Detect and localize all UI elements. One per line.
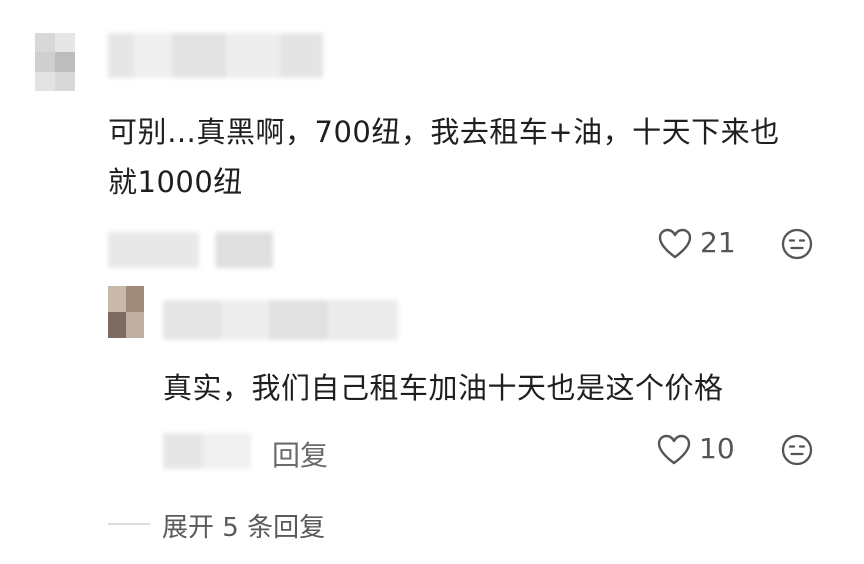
heart-icon[interactable] <box>658 228 692 260</box>
expand-replies-button[interactable]: 展开 5 条回复 <box>162 507 325 544</box>
comment-line-1: 可别…真黑啊，700纽，我去租车+油，十天下来也 <box>108 115 780 149</box>
reply-avatar[interactable] <box>108 286 144 338</box>
comment-line-2: 就1000纽 <box>108 165 243 199</box>
neutral-face-icon[interactable] <box>781 434 813 466</box>
divider-line <box>108 523 150 525</box>
reply-button[interactable]: 回复 <box>272 434 328 474</box>
reply-like-count: 10 <box>699 432 735 465</box>
username[interactable] <box>108 33 323 78</box>
neutral-face-icon[interactable] <box>781 228 813 260</box>
reply-username[interactable] <box>163 300 398 340</box>
comment-text: 可别…真黑啊，700纽，我去租车+油，十天下来也 就1000纽 <box>108 107 828 207</box>
avatar[interactable] <box>35 33 75 91</box>
reply-meta <box>163 433 251 469</box>
like-count: 21 <box>700 226 736 259</box>
heart-icon[interactable] <box>657 434 691 466</box>
reply-text: 真实，我们自己租车加油十天也是这个价格 <box>163 371 724 405</box>
comment-meta <box>108 232 273 268</box>
